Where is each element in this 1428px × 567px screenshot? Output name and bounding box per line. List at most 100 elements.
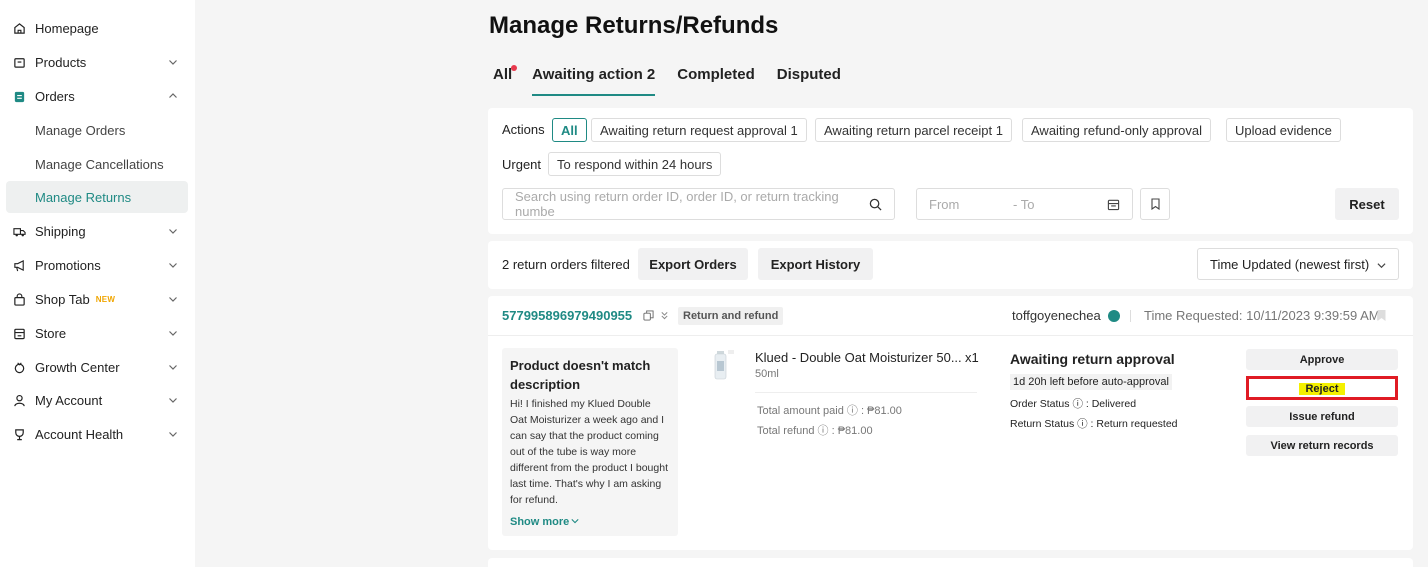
date-to: - To: [1013, 197, 1035, 212]
chevron-down-icon: [169, 432, 177, 437]
date-from: From: [929, 197, 960, 212]
filter-panel: Actions All Awaiting return request appr…: [488, 108, 1413, 234]
sidebar-item-promotions[interactable]: Promotions: [6, 249, 188, 281]
clipboard-icon: [13, 90, 26, 103]
sort-dropdown[interactable]: Time Updated (newest first): [1197, 248, 1399, 280]
sidebar-item-label: Manage Orders: [35, 122, 126, 138]
bookmark-icon[interactable]: [1376, 309, 1387, 322]
sidebar-item-account-health[interactable]: Account Health: [6, 418, 188, 450]
sidebar-item-orders[interactable]: Orders: [6, 80, 188, 112]
chat-icon[interactable]: [1108, 310, 1120, 322]
return-reason-box: Product doesn't match description Hi! I …: [502, 348, 678, 536]
sidebar-item-label: Account Health: [35, 426, 124, 442]
tab-label: Awaiting action 2: [532, 66, 656, 83]
results-count: 2 return orders filtered: [502, 257, 630, 272]
chevron-down-icon: [1377, 263, 1386, 269]
sidebar-item-products[interactable]: Products: [6, 46, 188, 78]
sidebar-item-growth-center[interactable]: Growth Center: [6, 351, 188, 383]
sidebar-item-shop-tab[interactable]: Shop Tab NEW: [6, 283, 188, 315]
time-requested: Time Requested: 10/11/2023 9:39:59 AM: [1144, 308, 1380, 323]
filter-chip-upload-evidence[interactable]: Upload evidence: [1226, 118, 1341, 142]
bookmark-icon: [1150, 198, 1160, 210]
actions-label: Actions: [502, 122, 545, 137]
chevron-down-icon: [571, 519, 579, 524]
results-toolbar: 2 return orders filtered Export Orders E…: [488, 241, 1413, 289]
product-quantity: x1: [965, 350, 979, 365]
chevron-down-icon: [169, 365, 177, 370]
export-orders-button[interactable]: Export Orders: [638, 248, 748, 280]
sidebar-item-homepage[interactable]: Homepage: [6, 12, 188, 44]
tab-completed[interactable]: Completed: [677, 64, 755, 96]
reason-description: Hi! I finished my Klued Double Oat Moist…: [510, 398, 668, 506]
sidebar-item-manage-cancellations[interactable]: Manage Cancellations: [6, 148, 188, 180]
chevron-down-icon: [169, 229, 177, 234]
sidebar-item-label: My Account: [35, 392, 103, 408]
tab-all[interactable]: All: [493, 64, 518, 96]
search-input[interactable]: Search using return order ID, order ID, …: [502, 188, 895, 220]
divider: [755, 392, 977, 393]
sidebar-item-manage-returns[interactable]: Manage Returns: [6, 181, 188, 213]
tab-label: All: [493, 66, 513, 83]
product-thumbnail: [714, 350, 734, 380]
total-amount-paid: Total amount paid ⓘ : ₱81.00: [757, 405, 902, 417]
view-return-records-button[interactable]: View return records: [1246, 435, 1398, 456]
notification-dot: [511, 65, 518, 71]
show-more-label: Show more: [510, 516, 570, 528]
filter-chip-refund-only[interactable]: Awaiting refund-only approval: [1022, 118, 1212, 142]
home-icon: [13, 22, 26, 35]
sidebar-item-label: Shop Tab: [35, 291, 90, 307]
calendar-icon: [1107, 199, 1120, 211]
trophy-icon: [13, 428, 26, 441]
growth-icon: [13, 361, 26, 374]
sidebar-item-label: Manage Cancellations: [35, 156, 164, 172]
truck-icon: [13, 225, 26, 238]
return-status-title: Awaiting return approval: [1010, 351, 1175, 367]
next-order-card: [488, 558, 1413, 567]
tab-disputed[interactable]: Disputed: [777, 64, 841, 96]
chevron-down-icon: [169, 297, 177, 302]
reason-title: Product doesn't match description: [510, 358, 651, 392]
sidebar-item-label: Homepage: [35, 20, 99, 36]
sidebar-item-my-account[interactable]: My Account: [6, 384, 188, 416]
order-status: Order Status ⓘ : Delivered: [1010, 398, 1137, 410]
shopping-bag-icon: [13, 292, 26, 306]
chevron-down-icon: [169, 331, 177, 336]
filter-chip-awaiting-return-request[interactable]: Awaiting return request approval 1: [591, 118, 807, 142]
sidebar-item-shipping[interactable]: Shipping: [6, 215, 188, 247]
show-more-link[interactable]: Show more: [510, 516, 579, 528]
filter-chip-awaiting-parcel-receipt[interactable]: Awaiting return parcel receipt 1: [815, 118, 1012, 142]
chevron-down-icon: [169, 398, 177, 403]
export-history-button[interactable]: Export History: [758, 248, 873, 280]
order-id-link[interactable]: 577995896979490955: [502, 308, 632, 323]
sidebar-item-manage-orders[interactable]: Manage Orders: [6, 114, 188, 146]
total-refund: Total refund ⓘ : ₱81.00: [757, 425, 873, 437]
sidebar-item-label: Promotions: [35, 257, 101, 273]
saved-filters-button[interactable]: [1140, 188, 1170, 220]
sidebar-item-label: Store: [35, 325, 67, 341]
filter-chip-respond-24h[interactable]: To respond within 24 hours: [548, 152, 722, 176]
auto-approval-countdown: 1d 20h left before auto-approval: [1010, 374, 1172, 390]
issue-refund-button[interactable]: Issue refund: [1246, 406, 1398, 427]
product-name[interactable]: Klued - Double Oat Moisturizer 50...: [755, 350, 962, 365]
sidebar-item-label: Orders: [35, 88, 75, 104]
approve-button[interactable]: Approve: [1246, 349, 1398, 370]
copy-icon[interactable]: [643, 310, 654, 321]
filter-chip-all[interactable]: All: [552, 118, 587, 142]
sidebar-item-label: Growth Center: [35, 359, 120, 375]
buyer-name[interactable]: toffgoyenechea: [1012, 308, 1101, 323]
divider: [1130, 310, 1131, 322]
chevron-up-icon: [169, 93, 177, 98]
sidebar-item-store[interactable]: Store: [6, 317, 188, 349]
chevron-double-down-icon[interactable]: [660, 311, 669, 320]
chevron-down-icon: [169, 60, 177, 65]
date-range-picker[interactable]: From - To: [916, 188, 1133, 220]
reset-button[interactable]: Reset: [1335, 188, 1399, 220]
sidebar: Homepage Products Orders Manage Orders M…: [0, 0, 195, 567]
search-icon: [869, 198, 882, 211]
tab-bar: All Awaiting action 2 Completed Disputed: [493, 64, 863, 98]
box-icon: [13, 56, 26, 69]
tab-label: Completed: [677, 66, 755, 83]
sidebar-item-label: Shipping: [35, 223, 86, 239]
tab-awaiting-action[interactable]: Awaiting action 2: [532, 64, 656, 96]
order-header: 577995896979490955 Return and refund tof…: [488, 296, 1413, 336]
